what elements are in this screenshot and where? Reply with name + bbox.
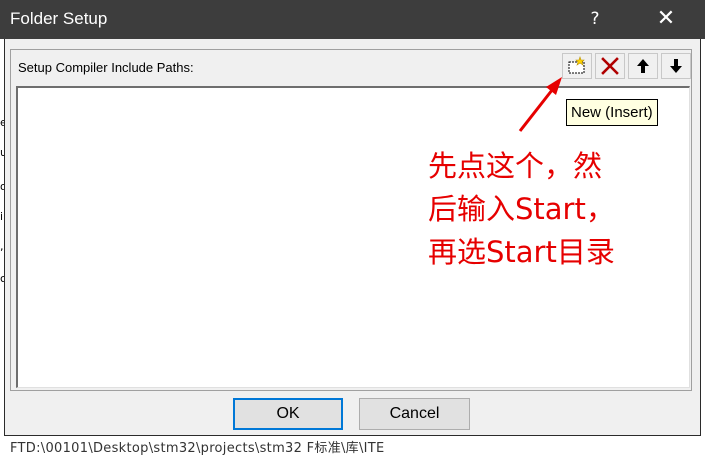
move-up-button[interactable]: [628, 53, 658, 79]
annotation-text: 先点这个，然 后输入Start， 再选Start目录: [428, 145, 615, 274]
cancel-button[interactable]: Cancel: [359, 398, 470, 430]
move-down-button[interactable]: [661, 53, 691, 79]
arrow-up-icon: [637, 59, 649, 73]
title-bar: Folder Setup ? ✕: [0, 0, 705, 39]
background-status-text: FTD:\00101\Desktop\stm32\projects\stm32 …: [10, 441, 385, 456]
annotation-line: 先点这个，然: [428, 149, 603, 183]
list-toolbar: [559, 53, 691, 81]
background-text-fragment: i: [0, 210, 4, 223]
group-label: Setup Compiler Include Paths:: [18, 60, 194, 75]
annotation-arrow-icon: [518, 77, 562, 132]
help-button[interactable]: ?: [580, 0, 610, 39]
arrow-down-icon: [670, 59, 682, 73]
annotation-line: 后输入Start，: [428, 192, 615, 226]
background-text-fragment: ,: [0, 240, 4, 253]
new-folder-icon: [568, 56, 585, 74]
close-button[interactable]: ✕: [642, 0, 690, 39]
delete-button[interactable]: [595, 53, 625, 79]
delete-x-icon: [601, 57, 619, 75]
window-title: Folder Setup: [10, 9, 108, 28]
annotation-line: 再选Start目录: [428, 235, 615, 269]
ok-button[interactable]: OK: [233, 398, 343, 430]
new-insert-tooltip: New (Insert): [566, 99, 658, 126]
